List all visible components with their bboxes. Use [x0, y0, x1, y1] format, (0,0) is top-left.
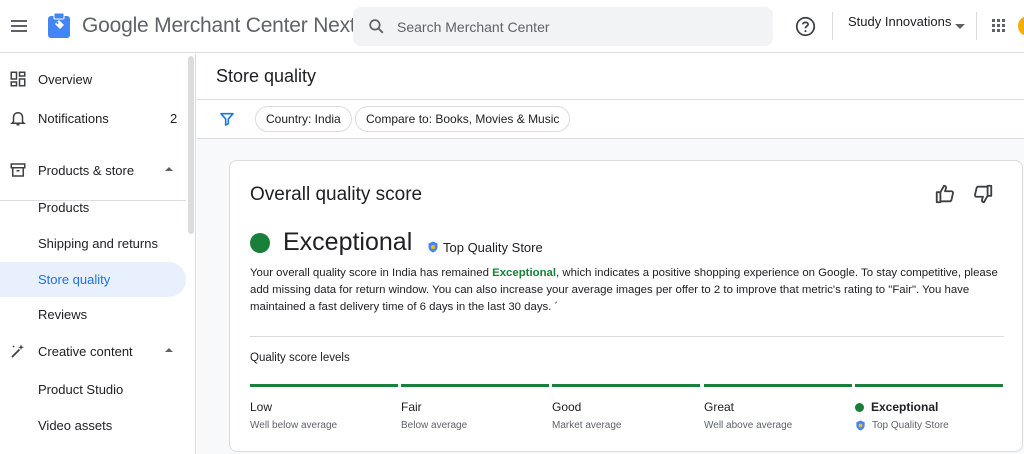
level-name: Exceptional [871, 400, 939, 414]
sidebar-item-notifications[interactable]: Notifications 2 [0, 101, 186, 136]
divider [250, 336, 1004, 337]
score-description: Your overall quality score in India has … [250, 267, 998, 313]
chevron-up-icon [165, 167, 173, 171]
filter-chip-country[interactable]: Country: India [255, 106, 352, 132]
sidebar-item-label: Shipping and returns [38, 236, 158, 251]
level-exceptional: Exceptional Top Quality Store [855, 384, 1003, 444]
score-label: Exceptional [283, 228, 413, 256]
sidebar-item-label: Product Studio [38, 382, 124, 397]
sidebar-item-label: Reviews [38, 307, 88, 322]
notification-count: 2 [170, 111, 178, 126]
menu-icon[interactable] [8, 13, 30, 39]
sidebar-item-store-quality[interactable]: Store quality [0, 262, 186, 297]
levels-heading: Quality score levels [250, 352, 350, 364]
store-icon [10, 163, 26, 177]
search-input[interactable] [397, 7, 757, 46]
filter-bar: Country: India Compare to: Books, Movies… [197, 99, 1024, 139]
level-name: Fair [401, 400, 422, 414]
divider [832, 12, 833, 40]
sidebar-item-creative-content[interactable]: Creative content [0, 334, 186, 369]
level-sub: Top Quality Store [872, 420, 949, 431]
sidebar-item-label: Creative content [38, 344, 133, 359]
thumbs-up-icon[interactable] [934, 183, 956, 205]
level-bar [552, 384, 700, 387]
sidebar-item-reviews[interactable]: Reviews [0, 297, 186, 332]
level-name: Great [704, 400, 735, 414]
magic-wand-icon [11, 344, 24, 358]
level-fair: Fair Below average [401, 384, 549, 444]
bell-icon [10, 111, 26, 126]
score-highlight: Exceptional [492, 267, 557, 279]
sidebar-item-label: Video assets [38, 418, 113, 433]
filter-chip-compare[interactable]: Compare to: Books, Movies & Music [355, 106, 571, 132]
sidebar-item-products[interactable]: Products [0, 190, 186, 225]
search-bar[interactable] [353, 7, 773, 46]
page-title: Store quality [216, 66, 317, 86]
level-name: Good [552, 400, 582, 414]
apps-grid-icon[interactable] [992, 19, 1006, 33]
account-switcher[interactable]: Study Innovations [848, 14, 951, 29]
sidebar-item-shipping-returns[interactable]: Shipping and returns [0, 226, 186, 261]
top-quality-store-badge: Top Quality Store [443, 240, 543, 255]
chevron-up-icon [165, 348, 173, 352]
merchant-center-logo [48, 13, 70, 38]
filter-icon[interactable] [219, 111, 235, 127]
level-sub: Below average [401, 420, 468, 431]
level-bar [855, 384, 1003, 387]
sidebar-item-products-store[interactable]: Products & store [0, 153, 186, 188]
quality-score-card: Overall quality score Exceptional Top Qu… [229, 160, 1023, 452]
search-icon [369, 19, 384, 34]
level-sub: Market average [552, 420, 622, 431]
chevron-down-icon[interactable] [955, 24, 965, 29]
sidebar-item-label: Store quality [38, 272, 111, 287]
sidebar-item-video-assets[interactable]: Video assets [0, 408, 186, 443]
sidebar-item-label: Products [38, 200, 90, 215]
help-icon[interactable] [795, 16, 816, 37]
sidebar-item-label: Products & store [38, 163, 135, 178]
level-sub: Well above average [704, 420, 793, 431]
top-quality-store-icon [856, 420, 865, 431]
level-sub: Well below average [250, 420, 338, 431]
avatar[interactable] [1018, 16, 1024, 36]
card-title: Overall quality score [250, 184, 423, 205]
sidebar-scrollbar[interactable] [188, 56, 194, 234]
divider [976, 12, 977, 40]
sidebar-item-label: Overview [38, 72, 93, 87]
status-dot [250, 233, 270, 253]
top-quality-store-icon [428, 241, 438, 253]
level-bar [250, 384, 398, 387]
top-bar: Google Merchant Center Next Study Innova… [0, 0, 1024, 53]
app-title: Google Merchant Center Next [82, 14, 356, 37]
sidebar-item-product-studio[interactable]: Product Studio [0, 372, 186, 407]
dashboard-icon [10, 71, 26, 87]
level-bar [704, 384, 852, 387]
level-low: Low Well below average [250, 384, 398, 444]
level-name: Low [250, 400, 273, 414]
level-good: Good Market average [552, 384, 700, 444]
level-bar [401, 384, 549, 387]
sidebar: Overview Notifications 2 Products & stor… [0, 54, 196, 454]
current-level-dot [855, 403, 864, 412]
sidebar-item-overview[interactable]: Overview [0, 62, 186, 97]
level-great: Great Well above average [704, 384, 852, 444]
sidebar-item-label: Notifications [38, 111, 109, 126]
thumbs-down-icon[interactable] [972, 183, 994, 205]
